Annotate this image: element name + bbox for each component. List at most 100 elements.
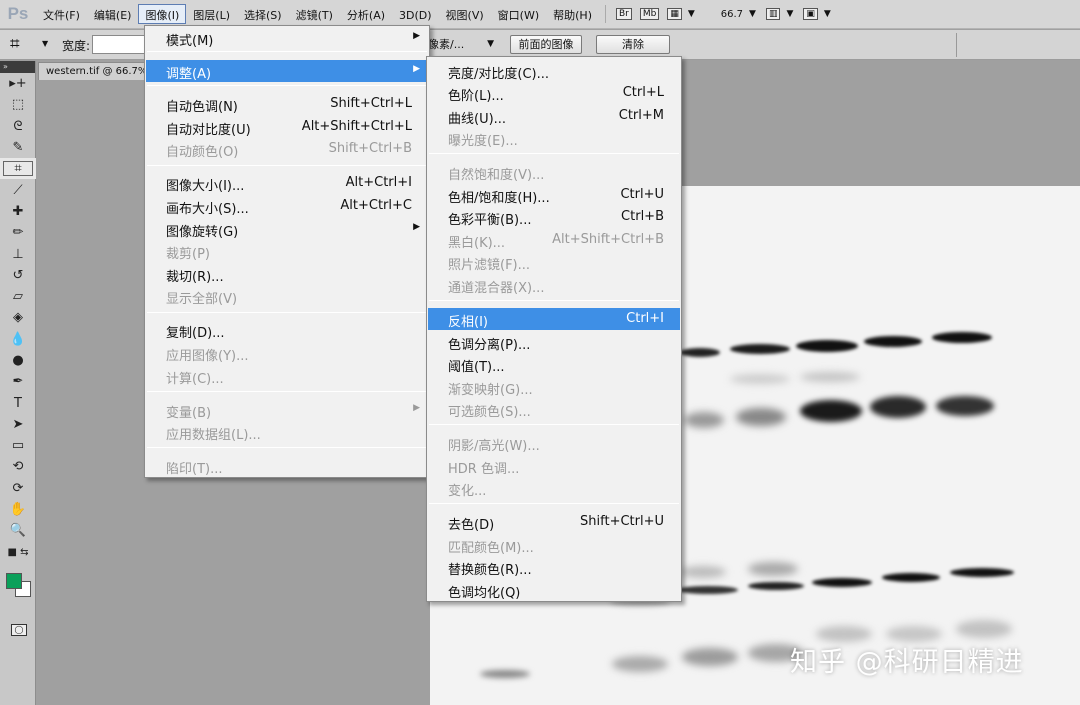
menu-edit[interactable]: 编辑(E) xyxy=(87,4,139,24)
submenu-arrow-icon: ▶ xyxy=(413,222,420,232)
move-tool-icon[interactable]: ▸+ xyxy=(0,73,36,94)
image-menu-item-image-size[interactable]: 图像大小(I)... Alt+Ctrl+I xyxy=(146,172,428,194)
adjust-item-vibrance: 自然饱和度(V)... xyxy=(448,168,545,183)
menu-select[interactable]: 选择(S) xyxy=(237,4,289,24)
screen-mode-icon[interactable]: ▣ xyxy=(803,8,818,20)
image-menu-item-calculations: 计算(C)... xyxy=(166,372,224,387)
menu-help[interactable]: 帮助(H) xyxy=(546,4,599,24)
blot-band xyxy=(864,336,922,347)
3d-orbit-icon[interactable]: ⟳ xyxy=(0,478,36,499)
adjust-item-threshold[interactable]: 阈值(T)... xyxy=(428,353,680,375)
front-image-button[interactable]: 前面的图像 xyxy=(510,35,582,54)
resolution-unit-select[interactable]: 像素/... ▼ xyxy=(420,36,498,55)
quick-selection-icon[interactable]: ✎ xyxy=(0,137,36,158)
toolbox-collapse-icon[interactable]: » xyxy=(0,61,35,73)
chevron-down-icon[interactable]: ▼ xyxy=(824,9,831,19)
image-menu-item-adjustments[interactable]: 调整(A) ▶ xyxy=(146,60,428,82)
blot-band xyxy=(730,374,790,384)
image-menu-item-canvas-size[interactable]: 画布大小(S)... Alt+Ctrl+C xyxy=(146,195,428,217)
width-input[interactable] xyxy=(92,35,148,54)
crop-tool-icon[interactable]: ⌗ xyxy=(0,158,36,180)
image-menu-item-auto-tone[interactable]: 自动色调(N) Shift+Ctrl+L xyxy=(146,93,428,115)
image-menu-item-image-rotation[interactable]: 图像旋转(G) ▶ xyxy=(146,218,428,240)
menu-analysis[interactable]: 分析(A) xyxy=(340,4,392,24)
chevron-down-icon[interactable]: ▼ xyxy=(688,9,695,19)
image-menu-item-variables: 变量(B) ▶ xyxy=(166,403,420,421)
adjust-item-photo-filter: 照片滤镜(F)... xyxy=(448,258,531,273)
submenu-arrow-icon: ▶ xyxy=(413,64,420,74)
image-menu-item-duplicate[interactable]: 复制(D)... xyxy=(146,319,428,341)
blur-icon[interactable]: 💧 xyxy=(0,329,36,350)
blot-band xyxy=(680,348,720,357)
crop-preset-icon[interactable]: ⌗ xyxy=(10,34,20,54)
view-extras-icon[interactable]: ▦ xyxy=(667,8,682,20)
3d-rotate-icon[interactable]: ⟲ xyxy=(0,456,36,477)
swap-colors-icon[interactable]: ■ ⇆ xyxy=(0,542,36,563)
hand-tool-icon[interactable]: ✋ xyxy=(0,499,36,520)
lasso-tool-icon[interactable]: ᘓ xyxy=(0,116,36,137)
adjust-item-hue-saturation[interactable]: 色相/饱和度(H)... Ctrl+U xyxy=(428,184,680,206)
image-menu-item-trim[interactable]: 裁切(R)... xyxy=(146,263,428,285)
photoshop-logo: Ps xyxy=(7,4,29,23)
menu-filter[interactable]: 滤镜(T) xyxy=(289,4,340,24)
image-menu-item-auto-contrast[interactable]: 自动对比度(U) Alt+Shift+Ctrl+L xyxy=(146,116,428,138)
chevron-down-icon[interactable]: ▼ xyxy=(749,9,756,19)
zoom-level[interactable]: 66.7 xyxy=(721,9,743,20)
menu-file[interactable]: 文件(F) xyxy=(36,4,87,24)
type-tool-icon[interactable]: T xyxy=(0,392,36,413)
adjust-item-posterize[interactable]: 色调分离(P)... xyxy=(428,331,680,353)
menu-separator xyxy=(147,51,427,52)
adjust-item-exposure: 曝光度(E)... xyxy=(448,134,518,149)
image-menu-item-apply-data-set: 应用数据组(L)... xyxy=(166,428,261,443)
eraser-icon[interactable]: ▱ xyxy=(0,286,36,307)
marquee-tool-icon[interactable]: ⬚ xyxy=(0,94,36,115)
zoom-tool-icon[interactable]: 🔍 xyxy=(0,520,36,541)
adjust-item-color-balance[interactable]: 色彩平衡(B)... Ctrl+B xyxy=(428,206,680,228)
menu-separator xyxy=(147,85,427,86)
foreground-color-swatch[interactable] xyxy=(6,572,22,589)
blot-band xyxy=(870,396,926,418)
adjust-item-invert[interactable]: 反相(I) Ctrl+I xyxy=(428,308,680,330)
arrange-documents-icon[interactable]: ▥ xyxy=(765,8,781,20)
adjust-item-shadows-highlights: 阴影/高光(W)... xyxy=(448,439,540,454)
eyedropper-icon[interactable]: ⟋ xyxy=(0,179,36,200)
adjust-item-variations: 变化... xyxy=(448,484,487,499)
options-divider xyxy=(956,33,957,57)
menu-separator xyxy=(429,300,679,301)
blot-band xyxy=(800,400,862,422)
adjust-item-channel-mixer: 通道混合器(X)... xyxy=(448,281,545,296)
clear-button[interactable]: 清除 xyxy=(596,35,670,54)
adjust-item-replace-color[interactable]: 替换颜色(R)... xyxy=(428,556,680,578)
paint-bucket-icon[interactable]: ◈ xyxy=(0,307,36,328)
image-menu-item-mode[interactable]: 模式(M) ▶ xyxy=(146,27,428,49)
blot-band xyxy=(956,620,1012,638)
menu-window[interactable]: 窗口(W) xyxy=(491,4,546,24)
dodge-icon[interactable]: ● xyxy=(0,350,36,371)
clone-stamp-icon[interactable]: ⊥ xyxy=(0,243,36,264)
chevron-down-icon[interactable]: ▼ xyxy=(42,39,48,48)
healing-brush-icon[interactable]: ✚ xyxy=(0,201,36,222)
mini-bridge-icon[interactable]: Mb xyxy=(639,8,660,20)
menu-image[interactable]: 图像(I) xyxy=(138,4,187,24)
quick-mask-icon[interactable]: ◯ xyxy=(11,624,27,636)
adjust-item-levels[interactable]: 色阶(L)... Ctrl+L xyxy=(428,82,680,104)
shape-tool-icon[interactable]: ▭ xyxy=(0,435,36,456)
menu-separator xyxy=(429,424,679,425)
path-selection-icon[interactable]: ➤ xyxy=(0,414,36,435)
pen-tool-icon[interactable]: ✒ xyxy=(0,371,36,392)
adjust-item-curves[interactable]: 曲线(U)... Ctrl+M xyxy=(428,105,680,127)
menu-layer[interactable]: 图层(L) xyxy=(186,4,237,24)
adjust-item-gradient-map: 渐变映射(G)... xyxy=(448,383,533,398)
adjust-item-equalize[interactable]: 色调均化(Q) xyxy=(428,579,680,601)
adjust-item-desaturate[interactable]: 去色(D) Shift+Ctrl+U xyxy=(428,511,680,533)
adjust-item-brightness-contrast[interactable]: 亮度/对比度(C)... xyxy=(428,60,680,82)
document-tab[interactable]: western.tif @ 66.7% xyxy=(38,62,146,80)
brush-icon[interactable]: ✏ xyxy=(0,222,36,243)
menu-view[interactable]: 视图(V) xyxy=(439,4,491,24)
blot-band xyxy=(612,656,668,672)
history-brush-icon[interactable]: ↺ xyxy=(0,265,36,286)
menu-3d[interactable]: 3D(D) xyxy=(392,4,439,24)
bridge-icon[interactable]: Br xyxy=(615,8,632,20)
chevron-down-icon[interactable]: ▼ xyxy=(786,9,793,19)
blot-band xyxy=(678,586,738,594)
